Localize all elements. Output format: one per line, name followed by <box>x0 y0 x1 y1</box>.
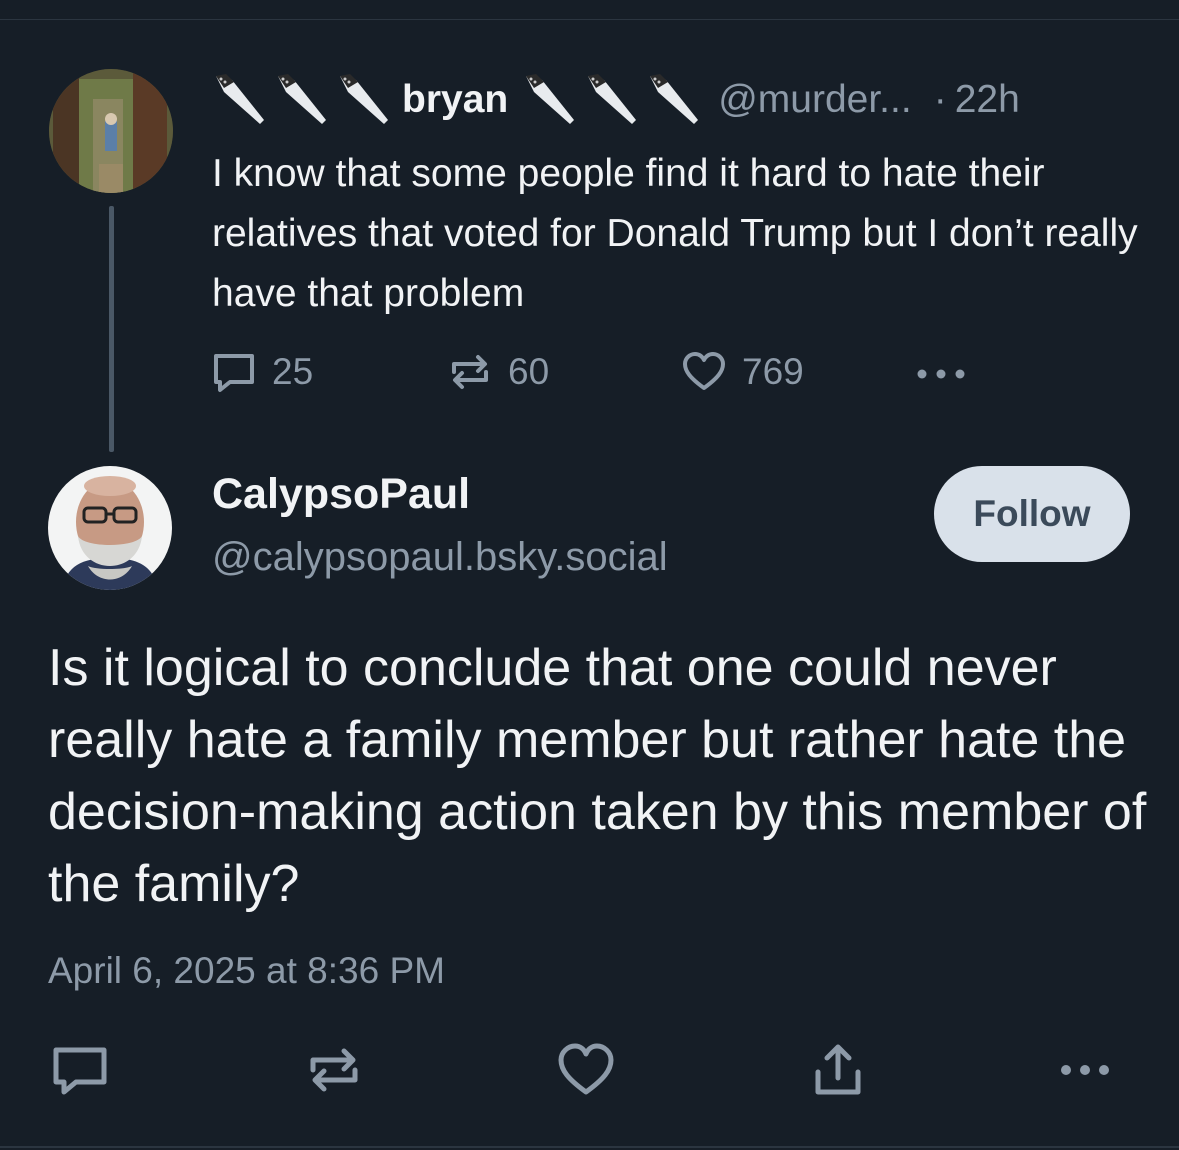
reply-more-button[interactable] <box>1056 1050 1116 1090</box>
speech-bubble-icon <box>214 354 254 392</box>
knife-icon <box>522 70 580 130</box>
top-divider <box>0 19 1179 20</box>
follow-button[interactable]: Follow <box>934 466 1130 562</box>
heart-icon <box>683 352 725 390</box>
reply-repost-button[interactable] <box>304 1040 364 1100</box>
reply-timestamp: April 6, 2025 at 8:36 PM <box>48 950 445 991</box>
knife-icon <box>646 70 704 130</box>
avatar-portrait-image <box>48 466 172 590</box>
parent-action-bar: 25 60 769 <box>210 345 990 399</box>
thread-connector-line <box>109 206 114 452</box>
knife-icon <box>212 70 270 130</box>
parent-post-text: I know that some people find it hard to … <box>212 152 1138 315</box>
knife-icon <box>274 70 332 130</box>
parent-like-button[interactable]: 769 <box>680 345 804 399</box>
reply-post-text: Is it logical to conclude that one could… <box>48 639 1147 913</box>
share-button[interactable] <box>808 1040 868 1100</box>
heart-icon <box>558 1043 614 1095</box>
reply-reply-button[interactable] <box>50 1040 110 1100</box>
knife-icon <box>584 70 642 130</box>
parent-avatar[interactable] <box>49 69 173 193</box>
parent-more-button[interactable] <box>914 345 968 399</box>
parent-reply-count: 25 <box>272 351 314 392</box>
reply-like-button[interactable] <box>556 1040 616 1100</box>
reply-display-name[interactable]: CalypsoPaul <box>212 470 470 519</box>
repost-arrows-icon <box>452 355 488 389</box>
separator-dot: · <box>933 78 947 121</box>
speech-bubble-icon <box>53 1047 107 1095</box>
repost-arrows-icon <box>310 1048 358 1092</box>
knife-icon <box>336 70 394 130</box>
parent-repost-count: 60 <box>508 351 550 392</box>
share-upload-icon <box>815 1044 861 1095</box>
parent-post-header: bryan @murder... · 22h <box>212 70 1020 130</box>
parent-display-name[interactable]: bryan <box>402 78 508 122</box>
parent-timestamp[interactable]: 22h <box>955 78 1020 122</box>
avatar-forest-image <box>49 69 173 193</box>
reply-avatar[interactable] <box>48 466 172 590</box>
ellipsis-icon <box>917 369 965 379</box>
parent-like-count: 769 <box>742 351 804 392</box>
parent-handle[interactable]: @murder... <box>718 78 911 122</box>
ellipsis-icon <box>1061 1065 1109 1075</box>
bottom-divider <box>0 1146 1179 1148</box>
parent-reply-button[interactable]: 25 <box>210 345 313 399</box>
parent-repost-button[interactable]: 60 <box>446 345 549 399</box>
reply-handle[interactable]: @calypsopaul.bsky.social <box>212 535 668 580</box>
